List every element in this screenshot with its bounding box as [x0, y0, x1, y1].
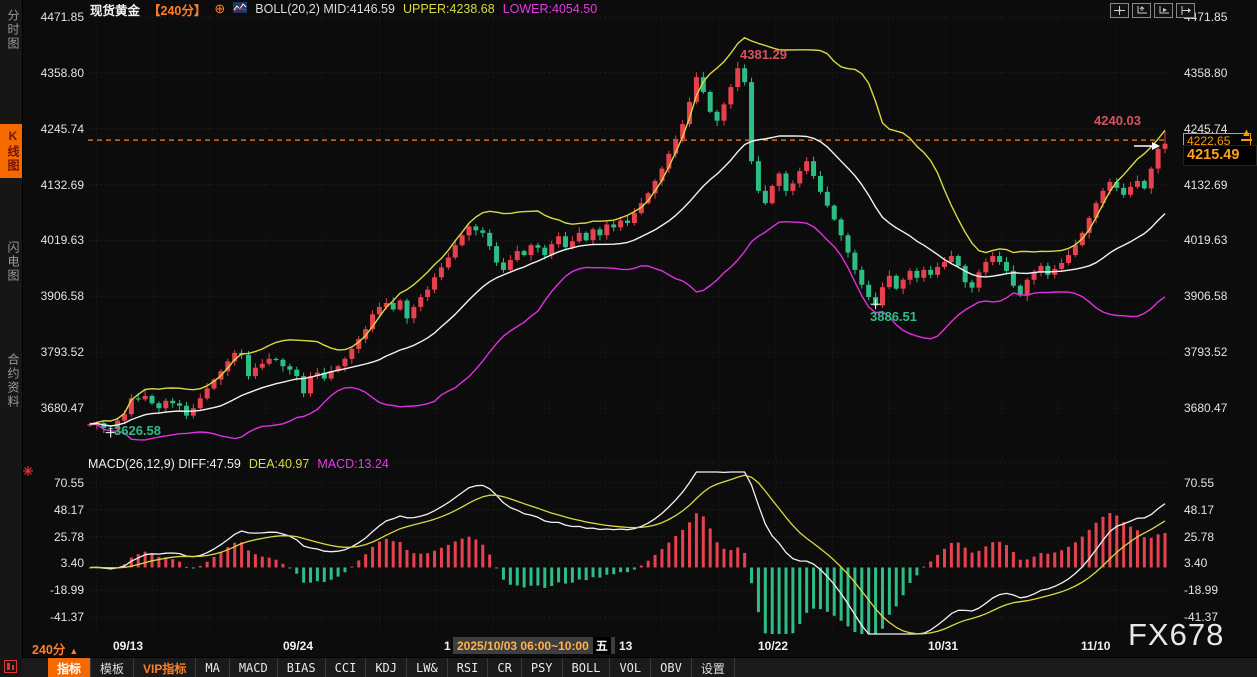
macd-axis-label: 25.78 — [1184, 529, 1215, 544]
toolbar-item-CR[interactable]: CR — [488, 658, 522, 677]
y-axis-label: 3680.47 — [1184, 401, 1228, 415]
macd-axis-label: -18.99 — [1184, 583, 1219, 598]
sidebar-tab-4[interactable]: 合约资料 — [0, 348, 22, 414]
macd-axis-label: 48.17 — [53, 502, 84, 517]
period-badge[interactable]: 【240分】 — [148, 0, 206, 19]
x-axis-label: 11/10 — [1081, 639, 1111, 653]
toolbar-item-CCI[interactable]: CCI — [326, 658, 367, 677]
x-axis-label: 09/13 — [113, 639, 144, 653]
y-axis-label: 3906.58 — [1184, 289, 1228, 304]
toolbar-item-KDJ[interactable]: KDJ — [366, 658, 408, 677]
mini-chart-icon — [233, 2, 248, 16]
recent-high-label: 4240.03 — [1094, 113, 1141, 128]
toolbar-item-BIAS[interactable]: BIAS — [278, 658, 326, 677]
macd-axis-label: 48.17 — [1184, 502, 1215, 517]
sidebar-tab-2[interactable]: K线图 — [0, 124, 22, 178]
zoom-x-axis-icon[interactable] — [1154, 3, 1173, 18]
macd-header: MACD(26,12,9) DIFF:47.59 DEA:40.97 MACD:… — [88, 457, 389, 471]
y-axis-label: 4132.69 — [40, 177, 84, 192]
indicator-toolbar: 指标 模板 VIP指标 MA MACD BIAS CCI KDJ LW& RSI CR PSY BOLL… — [22, 657, 1257, 677]
sidebar-tab-3[interactable]: 闪电图 — [0, 236, 22, 288]
boll-params: BOLL(20,2) MID:4146.59 — [255, 2, 395, 16]
y-axis-label: 3793.52 — [1184, 345, 1228, 360]
macd-axis-label: 3.40 — [60, 556, 84, 571]
toolbar-item-OBV[interactable]: OBV — [651, 658, 692, 677]
y-axis-label: 3793.52 — [40, 345, 84, 360]
pan-right-icon[interactable] — [1176, 3, 1195, 18]
symbol-name: 现货黄金 — [90, 3, 141, 18]
site-watermark: FX678 — [1128, 617, 1225, 652]
chart-tools — [1110, 3, 1195, 18]
toolbar-item-BOLL[interactable]: BOLL — [563, 658, 611, 677]
toolbar-item-RSI[interactable]: RSI — [448, 658, 489, 677]
chart-app: 分时图 K线图闪电图合约资料 现货黄金 【240分】 ⊕ BOLL(20,2) M… — [0, 0, 1257, 677]
toolbar-item-指标[interactable]: 指标 — [48, 658, 92, 677]
weekday-chip: 五 — [592, 637, 611, 654]
y-axis-label: 3906.58 — [40, 289, 84, 304]
macd-axis-label: -41.37 — [49, 610, 84, 624]
macd-dea-value: DEA:40.97 — [248, 457, 310, 471]
chart-header: 现货黄金 【240分】 ⊕ BOLL(20,2) MID:4146.59 UPP… — [90, 0, 598, 19]
y-axis-label: 4132.69 — [1184, 177, 1228, 192]
toolbar-item-MA[interactable]: MA — [196, 658, 230, 677]
x-axis-label: 10/31 — [928, 639, 959, 653]
macd-axis-label: 25.78 — [53, 529, 84, 544]
crosshair-date-tooltip: 2025/10/03 06:00~10:00 五 — [453, 637, 615, 654]
toolbar-item-LW&[interactable]: LW& — [407, 658, 448, 677]
toolbar-item-VOL[interactable]: VOL — [610, 658, 652, 677]
toolbar-item-模板[interactable]: 模板 — [91, 658, 135, 677]
macd-axis-label: 70.55 — [53, 476, 84, 490]
boll-upper-value: UPPER:4238.68 — [402, 2, 495, 16]
last-price-badge: 4215.49 — [1183, 145, 1257, 166]
toolbar-item-MACD[interactable]: MACD — [230, 658, 278, 677]
peak-price-label: 4381.29 — [740, 47, 787, 62]
toolbar-item-设置[interactable]: 设置 — [692, 658, 735, 677]
toolbar-item-VIP指标[interactable]: VIP指标 — [134, 658, 197, 677]
macd-axis-label: -18.99 — [49, 583, 84, 598]
macd-macd-value: MACD:13.24 — [317, 457, 389, 471]
toolbar-corner-icon[interactable] — [4, 660, 17, 677]
x-label-partial-right: 13 — [619, 639, 633, 653]
y-axis-label: 4245.74 — [40, 121, 84, 136]
start-low-label: 3626.58 — [114, 423, 161, 438]
boll-lower-value: LOWER:4054.50 — [502, 2, 598, 16]
macd-params: MACD(26,12,9) DIFF:47.59 — [88, 457, 241, 471]
macd-axis-label: 70.55 — [1184, 476, 1215, 490]
sidebar: 分时图 K线图闪电图合约资料 — [0, 0, 23, 677]
y-axis-label: 4358.80 — [40, 65, 84, 80]
x-label-partial-left: 1 — [444, 639, 451, 653]
toolbar-item-PSY[interactable]: PSY — [522, 658, 563, 677]
indicator-alert-icon[interactable] — [22, 464, 34, 482]
x-axis-label: 10/22 — [758, 639, 789, 653]
y-axis-label: 4358.80 — [1184, 65, 1228, 80]
x-axis-label: 09/24 — [283, 639, 314, 653]
timeframe-label[interactable]: 240分 ▲ — [32, 639, 78, 658]
scroll-to-latest-icon[interactable]: ▲ — [1241, 127, 1252, 141]
y-axis-label: 4019.63 — [40, 233, 84, 248]
y-axis-label: 3680.47 — [40, 401, 84, 415]
zoom-y-axis-icon[interactable] — [1132, 3, 1151, 18]
sidebar-tab-1[interactable]: 分时图 — [0, 4, 22, 56]
crosshair-icon[interactable] — [1110, 3, 1129, 18]
mid-low-label: 3886.51 — [870, 309, 917, 324]
timeframe-arrow-icon: ▲ — [69, 646, 79, 656]
y-axis-label: 4471.85 — [40, 10, 84, 24]
macd-axis-label: 3.40 — [1184, 556, 1208, 571]
chart-canvas[interactable] — [0, 0, 1257, 677]
y-axis-label: 4019.63 — [1184, 233, 1228, 248]
add-indicator-icon[interactable]: ⊕ — [214, 1, 225, 17]
